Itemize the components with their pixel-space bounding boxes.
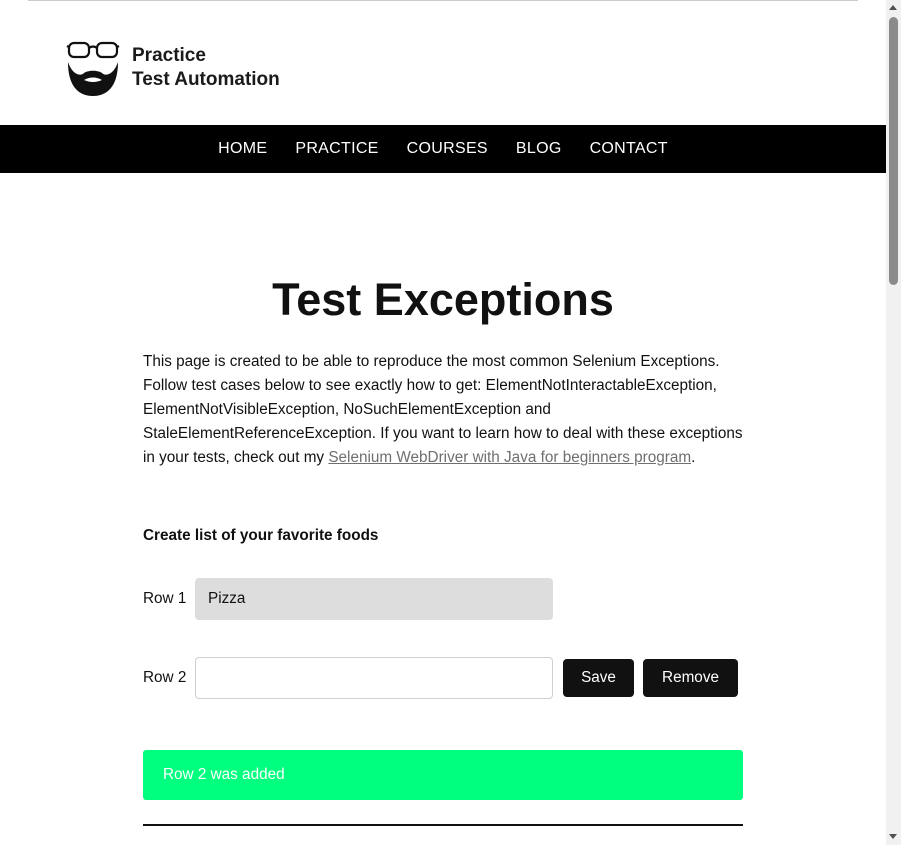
page-title: Test Exceptions	[272, 274, 614, 325]
intro-end: .	[691, 449, 696, 466]
nav-home[interactable]: HOME	[218, 140, 267, 158]
food-list-heading: Create list of your favorite foods	[143, 527, 379, 544]
logo-text: Practice Test Automation	[132, 44, 280, 92]
top-border	[28, 0, 858, 1]
save-button[interactable]: Save	[563, 659, 634, 697]
logo-line-1: Practice	[132, 45, 206, 66]
nav-courses[interactable]: COURSES	[407, 140, 488, 158]
main-nav: HOME PRACTICE COURSES BLOG CONTACT	[0, 125, 886, 173]
nav-blog[interactable]: BLOG	[516, 140, 562, 158]
site-logo[interactable]: Practice Test Automation	[66, 40, 280, 96]
row-1-label: Row 1	[143, 590, 187, 607]
confirmation-message: Row 2 was added	[143, 750, 743, 800]
remove-button[interactable]: Remove	[643, 659, 738, 697]
scroll-down-arrow-icon[interactable]	[889, 834, 897, 839]
row-1-input[interactable]	[195, 578, 553, 620]
row-2-label: Row 2	[143, 669, 187, 686]
scrollbar-thumb[interactable]	[889, 17, 898, 285]
course-link[interactable]: Selenium WebDriver with Java for beginne…	[328, 449, 691, 466]
nav-contact[interactable]: CONTACT	[590, 140, 668, 158]
scrollbar[interactable]	[886, 0, 901, 845]
nav-practice[interactable]: PRACTICE	[295, 140, 378, 158]
section-divider	[143, 824, 743, 826]
intro-paragraph: This page is created to be able to repro…	[143, 350, 743, 470]
row-2-input[interactable]	[195, 657, 553, 699]
scroll-up-arrow-icon[interactable]	[889, 5, 897, 10]
bearded-face-logo-icon	[66, 41, 120, 96]
logo-line-2: Test Automation	[132, 69, 280, 90]
